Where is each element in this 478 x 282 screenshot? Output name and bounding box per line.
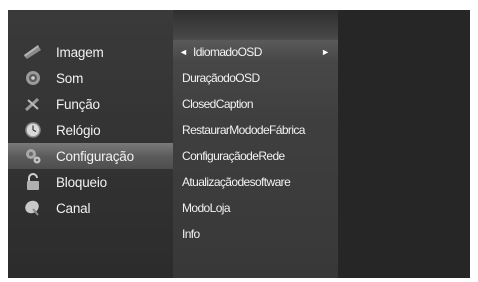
tools-icon: [24, 95, 42, 113]
submenu-item-restaurar-modo-fabrica[interactable]: RestaurarMododeFábrica: [173, 118, 338, 142]
submenu-item-configuracao-rede[interactable]: ConfiguraçãodeRede: [173, 144, 338, 168]
submenu-panel: ◄ IdiomadoOSD ► DuraçãodoOSD ClosedCapti…: [173, 10, 338, 278]
menu-item-label: Configuração: [56, 148, 134, 164]
submenu-item-idioma-osd[interactable]: ◄ IdiomadoOSD ►: [173, 40, 338, 64]
submenu-item-label: DuraçãodoOSD: [182, 71, 260, 85]
picture-icon: [24, 43, 42, 61]
clock-icon: [24, 121, 42, 139]
submenu-item-label: ModoLoja: [182, 201, 231, 215]
detail-panel: [338, 10, 470, 278]
menu-item-relogio[interactable]: Relógio: [8, 117, 173, 143]
submenu-item-label: ConfiguraçãodeRede: [182, 149, 285, 163]
menu-item-label: Canal: [56, 200, 91, 216]
submenu-item-modo-loja[interactable]: ModoLoja: [173, 196, 338, 220]
submenu-item-label: Info: [182, 227, 200, 241]
menu-item-label: Relógio: [56, 122, 101, 138]
submenu-item-label: ClosedCaption: [182, 97, 254, 111]
settings-icon: [24, 147, 42, 165]
submenu-item-duracao-osd[interactable]: DuraçãodoOSD: [173, 66, 338, 90]
submenu-item-label: RestaurarMododeFábrica: [182, 123, 305, 137]
menu-item-bloqueio[interactable]: Bloqueio: [8, 169, 173, 195]
main-menu-panel: Imagem Som Função Relógio Configuração B…: [8, 10, 173, 278]
menu-item-label: Bloqueio: [56, 174, 107, 190]
submenu-header: [173, 10, 338, 38]
menu-item-funcao[interactable]: Função: [8, 91, 173, 117]
menu-item-canal[interactable]: Canal: [8, 195, 173, 221]
menu-item-label: Imagem: [56, 44, 104, 60]
satellite-dish-icon: [24, 199, 42, 217]
arrow-right-icon[interactable]: ►: [321, 47, 330, 57]
speaker-icon: [24, 69, 42, 87]
submenu-item-label: Atualizaçãodesoftware: [182, 175, 291, 189]
menu-item-som[interactable]: Som: [8, 65, 173, 91]
submenu-item-closed-caption[interactable]: ClosedCaption: [173, 92, 338, 116]
submenu-item-atualizacao-software[interactable]: Atualizaçãodesoftware: [173, 170, 338, 194]
submenu-item-label: IdiomadoOSD: [193, 45, 262, 59]
menu-item-configuracao[interactable]: Configuração: [8, 143, 173, 169]
lock-icon: [24, 173, 42, 191]
menu-item-label: Som: [56, 70, 84, 86]
menu-item-label: Função: [56, 96, 100, 112]
menu-item-imagem[interactable]: Imagem: [8, 39, 173, 65]
submenu-item-info[interactable]: Info: [173, 222, 338, 246]
tv-menu-screen: Imagem Som Função Relógio Configuração B…: [8, 10, 470, 278]
arrow-left-icon[interactable]: ◄: [179, 47, 189, 57]
